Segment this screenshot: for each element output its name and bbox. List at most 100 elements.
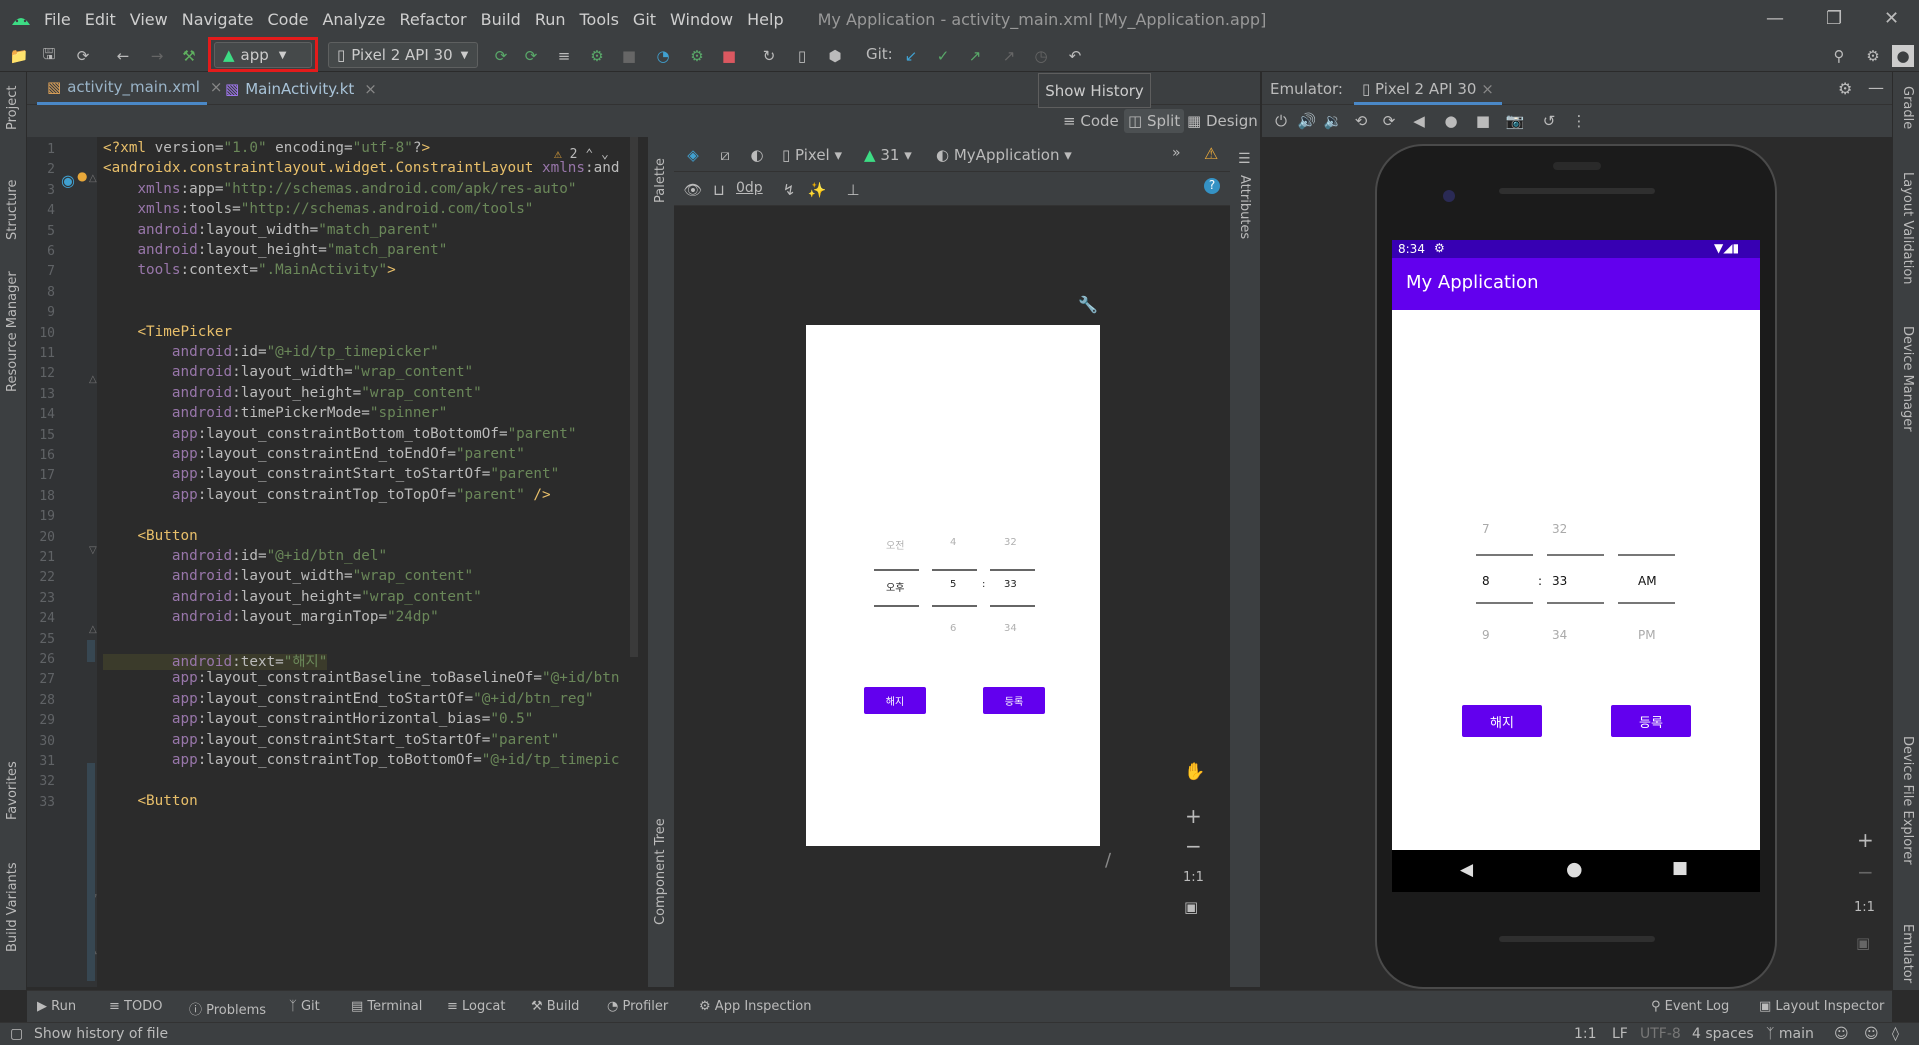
run-tab[interactable]: ▶ Run	[37, 999, 76, 1014]
debug-icon[interactable]: ⚙	[586, 45, 608, 67]
logcat-tab[interactable]: ≡ Logcat	[447, 999, 505, 1014]
layout-toggle-icon[interactable]: ▢	[10, 1026, 23, 1042]
menu-navigate[interactable]: Navigate	[182, 10, 254, 29]
tab-mainactivity-kt[interactable]: ▧ MainActivity.kt ×	[215, 72, 385, 105]
component-tree-tab[interactable]: Component Tree	[653, 818, 668, 925]
tool-device-file-explorer[interactable]: Device File Explorer	[1900, 736, 1915, 865]
emu-del-button[interactable]: 해지	[1462, 705, 1542, 737]
tool-emulator[interactable]: Emulator	[1900, 924, 1915, 983]
menu-window[interactable]: Window	[670, 10, 733, 29]
menu-view[interactable]: View	[130, 10, 168, 29]
zoom-fit-icon[interactable]: ▣	[1856, 934, 1870, 952]
night-mode-icon[interactable]: ◐	[746, 144, 768, 166]
fold-icon[interactable]: ▽	[89, 545, 97, 556]
rollback-icon[interactable]: ↶	[1064, 45, 1086, 67]
code-line[interactable]: app:layout_constraintBaseline_toBaseline…	[103, 670, 620, 686]
problems-tab[interactable]: ⓘ Problems	[189, 999, 266, 1018]
sync-gradle-icon[interactable]: ↻	[758, 45, 780, 67]
api-level-select[interactable]: ▲ 31 ▾	[864, 146, 912, 164]
sync-icon[interactable]: ⟳	[72, 45, 94, 67]
stop-icon[interactable]: ■	[718, 45, 740, 67]
preview-reg-button[interactable]: 등록	[983, 687, 1045, 714]
code-line[interactable]: android:layout_height="match_parent"	[103, 242, 447, 258]
code-line[interactable]: android:layout_height="wrap_content"	[103, 589, 482, 605]
apply-changes-restart-icon[interactable]: ⟳	[490, 45, 512, 67]
code-line[interactable]: xmlns:tools="http://schemas.android.com/…	[103, 201, 533, 217]
close-icon[interactable]: ✕	[1884, 8, 1899, 29]
code-line[interactable]: <?xml version="1.0" encoding="utf-8"?>	[103, 140, 430, 156]
tool-resource-manager[interactable]: Resource Manager	[5, 271, 20, 392]
inspections-icon[interactable]: ☺	[1834, 1026, 1849, 1042]
help-icon[interactable]: ?	[1204, 178, 1220, 194]
menu-run[interactable]: Run	[535, 10, 566, 29]
design-device-select[interactable]: ▯ Pixel ▾	[782, 146, 842, 164]
theme-select[interactable]: ◐ MyApplication ▾	[936, 146, 1072, 164]
nav-overview-icon[interactable]: ■	[1672, 858, 1688, 878]
menu-tools[interactable]: Tools	[580, 10, 619, 29]
menu-code[interactable]: Code	[268, 10, 309, 29]
apply-code-changes-icon[interactable]: ⟳	[520, 45, 542, 67]
code-line[interactable]: android:layout_width="match_parent"	[103, 222, 438, 238]
magnet-icon[interactable]: ⊔	[708, 179, 730, 201]
rotate-left-icon[interactable]: ⟲	[1350, 110, 1372, 132]
code-line[interactable]: app:layout_constraintHorizontal_bias="0.…	[103, 711, 534, 727]
sdk-manager-icon[interactable]: ⬢	[824, 45, 846, 67]
run-tests-icon[interactable]: ≡	[553, 45, 575, 67]
device-manager-icon[interactable]: ▯	[791, 45, 813, 67]
settings-gear-icon[interactable]: ⚙	[1862, 45, 1884, 67]
code-line[interactable]: tools:context=".MainActivity">	[103, 262, 395, 278]
emulator-settings-icon[interactable]: ⚙	[1838, 79, 1852, 98]
back-icon[interactable]: ←	[112, 45, 134, 67]
attributes-tab[interactable]: Attributes	[1237, 175, 1252, 239]
screenshot-icon[interactable]: 📷	[1504, 110, 1526, 132]
infer-constraints-icon[interactable]: ✨	[806, 179, 828, 201]
build-tab[interactable]: ⚒ Build	[531, 999, 579, 1014]
volume-down-icon[interactable]: 🔉	[1322, 110, 1344, 132]
split-mode-button[interactable]: ◫ Split	[1124, 109, 1185, 133]
todo-tab[interactable]: ≡ TODO	[109, 999, 162, 1014]
tool-project[interactable]: Project	[5, 86, 20, 130]
zoom-in-icon[interactable]: +	[1857, 828, 1874, 852]
code-line[interactable]: android:timePickerMode="spinner"	[103, 405, 447, 421]
code-line[interactable]: android:layout_width="wrap_content"	[103, 364, 473, 380]
tool-gradle[interactable]: Gradle	[1900, 86, 1915, 129]
tool-favorites[interactable]: Favorites	[5, 761, 20, 820]
search-icon[interactable]: ⚲	[1828, 45, 1850, 67]
build-hammer-icon[interactable]: ⚒	[178, 45, 200, 67]
code-line[interactable]: android:layout_marginTop="24dp"	[103, 609, 439, 625]
minimize-icon[interactable]: —	[1766, 8, 1784, 29]
editor-scrollbar[interactable]	[630, 137, 638, 657]
overview-icon[interactable]: ■	[1472, 110, 1494, 132]
more-chevron-icon[interactable]: »	[1172, 145, 1181, 161]
orientation-icon[interactable]: ⧄	[714, 144, 736, 166]
nav-home-icon[interactable]: ●	[1566, 858, 1583, 880]
nav-back-icon[interactable]: ◀	[1460, 860, 1473, 880]
git-push-icon[interactable]: ↗	[964, 45, 986, 67]
guidelines-icon[interactable]: ⊥	[842, 179, 864, 201]
layout-preview[interactable]: 오전 4 32 오후 5 : 33 6 34 해지 등록	[806, 325, 1100, 846]
close-tab-icon[interactable]: ×	[364, 80, 377, 98]
menu-analyze[interactable]: Analyze	[322, 10, 385, 29]
app-inspection-tab[interactable]: ⚙ App Inspection	[699, 999, 811, 1014]
git-commit-icon[interactable]: ✓	[932, 45, 954, 67]
save-icon[interactable]: 🖫	[38, 45, 60, 67]
emu-min-mid[interactable]: 33	[1552, 574, 1567, 588]
design-mode-button[interactable]: ▦ Design	[1187, 112, 1258, 130]
device-select[interactable]: ▯ Pixel 2 API 30 ▼	[328, 42, 478, 68]
menu-refactor[interactable]: Refactor	[400, 10, 467, 29]
code-line[interactable]: <Button	[103, 793, 197, 809]
menu-help[interactable]: Help	[747, 10, 783, 29]
zoom-out-icon[interactable]: −	[1185, 834, 1202, 858]
hide-panel-icon[interactable]: —	[1868, 78, 1884, 97]
phone-screen[interactable]: 7 32 8 : 33 AM 9 34 PM 해지 등록	[1392, 240, 1760, 850]
tab-activity-main-xml[interactable]: ▧ activity_main.xml ×	[37, 72, 222, 105]
code-line[interactable]: <TimePicker	[103, 324, 232, 340]
zoom-in-icon[interactable]: +	[1185, 804, 1202, 828]
emu-reg-button[interactable]: 등록	[1611, 705, 1691, 737]
emu-ampm-mid[interactable]: AM	[1638, 574, 1657, 588]
code-line[interactable]: app:layout_constraintTop_toTopOf="parent…	[103, 487, 551, 503]
tool-build-variants[interactable]: Build Variants	[5, 862, 20, 952]
layers-icon[interactable]: ◈	[682, 144, 704, 166]
code-line[interactable]: app:layout_constraintStart_toStartOf="pa…	[103, 466, 559, 482]
fold-icon[interactable]: △	[89, 173, 97, 184]
